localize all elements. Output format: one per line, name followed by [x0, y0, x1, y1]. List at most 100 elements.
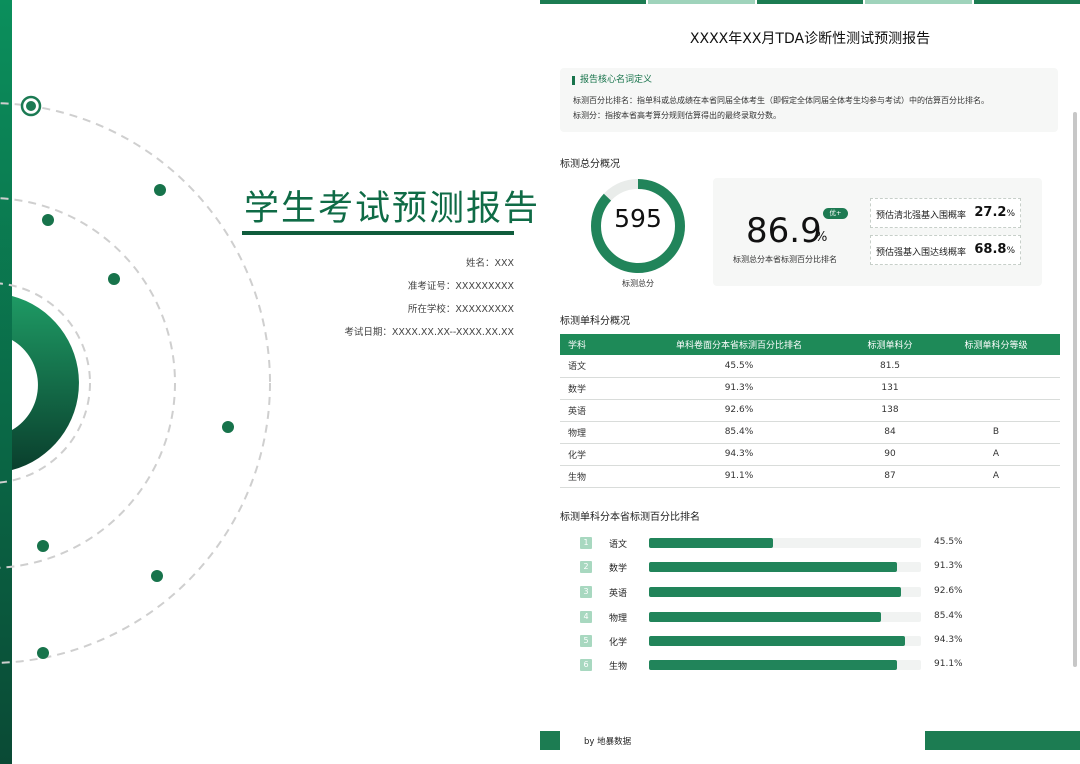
footer-bar-left [540, 731, 560, 750]
cover-title-underline [242, 231, 514, 235]
rank-bar [649, 636, 906, 646]
rank-bar [649, 562, 898, 572]
ranking-row: 6 生物 91.1% [580, 658, 1020, 672]
table-cell: 英语 [560, 399, 630, 422]
rank-value: 85.4% [934, 611, 963, 621]
table-cell: A [932, 465, 1060, 488]
ranking-row: 3 英语 92.6% [580, 585, 1020, 599]
rank-number: 1 [580, 537, 592, 549]
table-cell: 92.6% [630, 399, 848, 422]
cover-orbit-graphic [0, 95, 271, 664]
table-cell: 语文 [560, 355, 630, 378]
table-cell: 45.5% [630, 355, 848, 378]
table-cell: 91.1% [630, 465, 848, 488]
total-section-title: 标测总分概况 [560, 159, 620, 170]
ranking-row: 4 物理 85.4% [580, 610, 1020, 624]
probability-label: 预估清北强基入围概率 [876, 211, 967, 221]
cover-info-exam-date: 考试日期：XXXX.XX.XX--XXXX.XX.XX [344, 327, 514, 338]
column-header: 标测单科分 [848, 334, 932, 355]
table-cell: 87 [848, 465, 932, 488]
footer-bar-right [925, 731, 1080, 750]
table-row: 语文 45.5% 81.5 [560, 355, 1060, 378]
table-cell: 物理 [560, 421, 630, 444]
column-header: 标测单科分等级 [932, 334, 1060, 355]
rank-value: 94.3% [934, 635, 963, 645]
total-score: 595 [614, 204, 662, 233]
top-color-bars [540, 0, 1080, 5]
table-cell: B [932, 421, 1060, 444]
probability-row-qiangji: 预估强基入围达线概率 68.8% [870, 235, 1021, 265]
rank-value: 45.5% [934, 537, 963, 547]
rank-subject: 英语 [609, 589, 628, 599]
total-score-label: 标测总分 [622, 279, 654, 288]
table-cell: 化学 [560, 443, 630, 466]
table-row: 物理 85.4% 84 B [560, 421, 1060, 444]
rank-bar [649, 587, 901, 597]
cover-page: 学生考试预测报告 姓名：XXX 准考证号：XXXXXXXXX 所在学校：XXXX… [0, 0, 538, 764]
rank-number: 2 [580, 561, 592, 573]
cover-title: 学生考试预测报告 [244, 189, 538, 229]
table-row: 英语 92.6% 138 [560, 399, 1060, 422]
rank-value: 91.3% [934, 561, 963, 571]
subjects-section-title: 标测单科分概况 [560, 316, 630, 327]
probability-value: 27.2% [974, 205, 1015, 220]
table-header-row: 学科 单科卷面分本省标测百分比排名 标测单科分 标测单科分等级 [560, 334, 1060, 355]
rank-subject: 物理 [609, 614, 628, 624]
rank-number: 3 [580, 586, 592, 598]
probability-value: 68.8% [974, 242, 1015, 257]
table-cell: 138 [848, 399, 932, 422]
rank-bar-track [649, 636, 921, 646]
rank-bar [649, 660, 897, 670]
percentile-value: 86.9 [746, 211, 822, 251]
probability-row-qingbei: 预估清北强基入围概率 27.2% [870, 198, 1021, 228]
rank-bar-track [649, 612, 921, 622]
ranking-row: 2 数学 91.3% [580, 560, 1020, 574]
report-page: XXXX年XX月TDA诊断性测试预测报告 报告核心名词定义 标测百分比排名：指单… [540, 0, 1080, 764]
rank-number: 5 [580, 635, 592, 647]
rank-value: 91.1% [934, 659, 963, 669]
table-row: 数学 91.3% 131 [560, 377, 1060, 400]
rank-bar-track [649, 538, 921, 548]
rank-value: 92.6% [934, 586, 963, 596]
rank-subject: 生物 [609, 662, 628, 672]
table-cell: A [932, 443, 1060, 466]
definitions-heading: 报告核心名词定义 [572, 76, 652, 85]
column-header: 单科卷面分本省标测百分比排名 [630, 334, 848, 355]
table-cell [932, 399, 1060, 422]
table-cell [932, 355, 1060, 378]
table-cell: 94.3% [630, 443, 848, 466]
rank-bar-track [649, 562, 921, 572]
percentile-sign: % [815, 230, 828, 245]
cover-info-school: 所在学校：XXXXXXXXX [407, 304, 514, 315]
definition-line: 标测分：指按本省高考算分规则估算得出的最终录取分数。 [573, 111, 781, 120]
table-cell [932, 377, 1060, 400]
percentile-box: 86.9 % 优+ 标测总分本省标测百分比排名 预估清北强基入围概率 27.2%… [713, 178, 1042, 286]
rank-number: 4 [580, 611, 592, 623]
table-cell: 91.3% [630, 377, 848, 400]
ranking-row: 5 化学 94.3% [580, 634, 1020, 648]
ranking-row: 1 语文 45.5% [580, 536, 1020, 550]
rank-bar-track [649, 660, 921, 670]
table-cell: 85.4% [630, 421, 848, 444]
rank-number: 6 [580, 659, 592, 671]
percentile-label: 标测总分本省标测百分比排名 [733, 255, 837, 264]
rank-subject: 数学 [609, 564, 628, 574]
cover-info-name: 姓名：XXX [465, 258, 514, 269]
table-cell: 90 [848, 443, 932, 466]
table-cell: 81.5 [848, 355, 932, 378]
column-header: 学科 [560, 334, 630, 355]
scrollbar[interactable] [1073, 112, 1077, 667]
rank-bar-track [649, 587, 921, 597]
definition-line: 标测百分比排名：指单科或总成绩在本省同届全体考生（即假定全体同届全体考生均参与考… [573, 96, 989, 105]
rank-bar [649, 538, 773, 548]
footer-credit: by 地暴数据 [584, 737, 632, 747]
ranking-section-title: 标测单科分本省标测百分比排名 [560, 512, 700, 523]
rank-subject: 化学 [609, 638, 628, 648]
table-cell: 84 [848, 421, 932, 444]
table-cell: 数学 [560, 377, 630, 400]
cover-info-exam-id: 准考证号：XXXXXXXXX [407, 281, 514, 292]
subjects-table: 学科 单科卷面分本省标测百分比排名 标测单科分 标测单科分等级 语文 45.5% 8… [560, 334, 1060, 488]
report-title: XXXX年XX月TDA诊断性测试预测报告 [689, 31, 931, 47]
table-row: 生物 91.1% 87 A [560, 465, 1060, 488]
table-cell: 131 [848, 377, 932, 400]
